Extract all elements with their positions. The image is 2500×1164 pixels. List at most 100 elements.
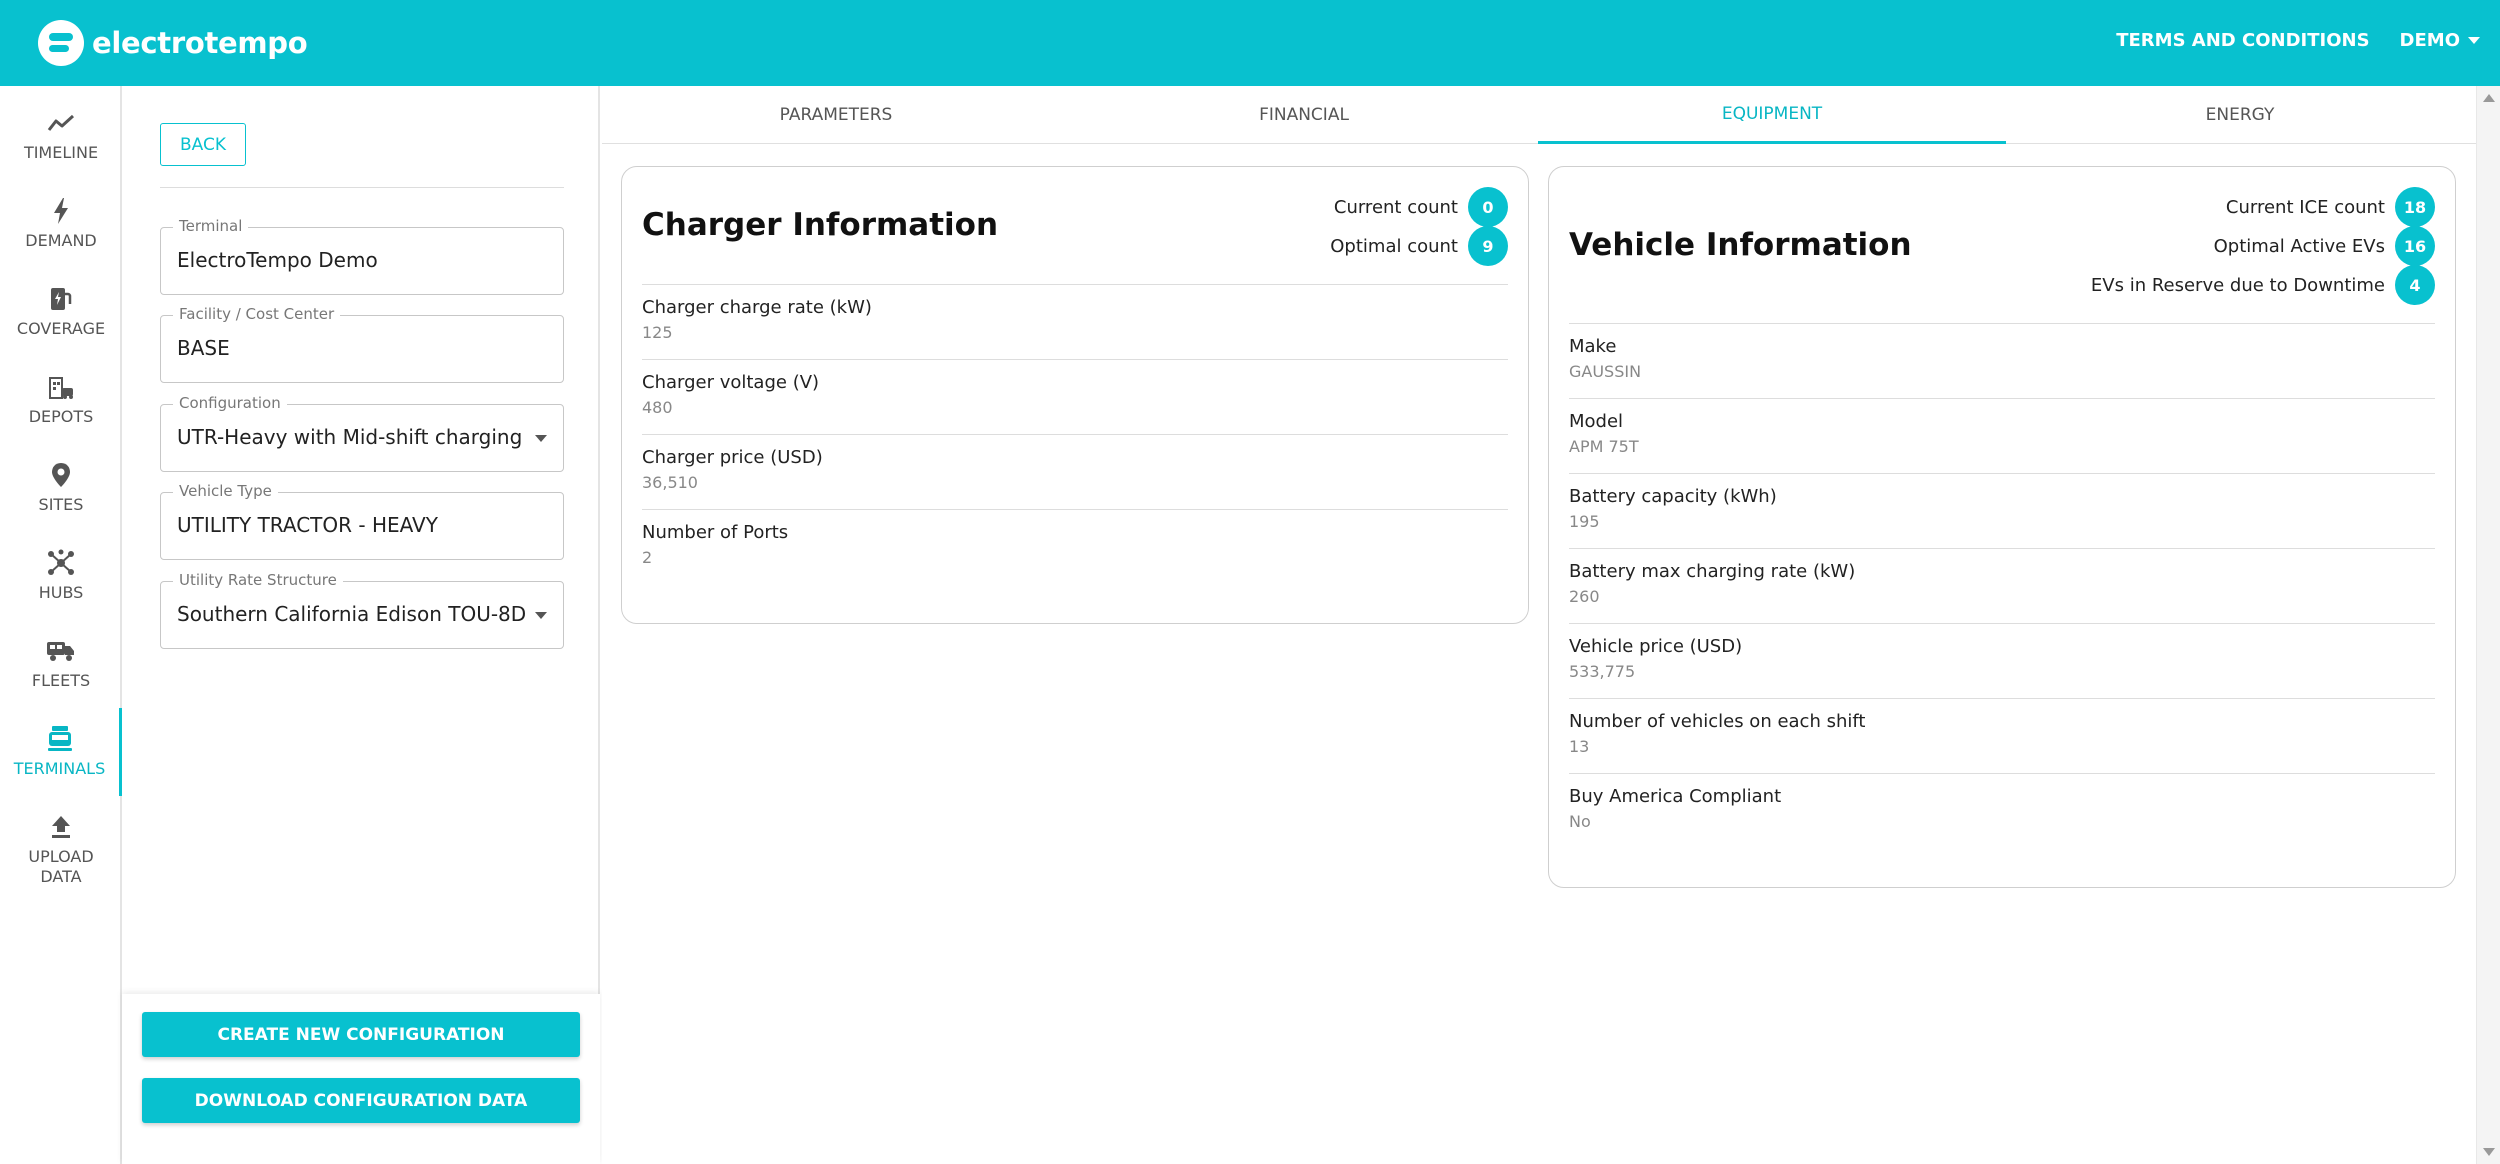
nav-item-demand[interactable]: DEMAND <box>0 180 122 268</box>
field-value: ElectroTempo Demo <box>177 248 378 272</box>
lightning-icon <box>53 197 69 225</box>
prop-label: Charger price (USD) <box>642 447 823 468</box>
nav-item-coverage[interactable]: COVERAGE <box>0 268 122 356</box>
prop-value: 13 <box>1569 737 1590 756</box>
nav-item-hubs[interactable]: HUBS <box>0 532 122 620</box>
vehicle-battery-capacity: Battery capacity (kWh) 195 <box>1569 474 2435 549</box>
ev-station-icon <box>49 285 73 313</box>
field-label: Configuration <box>173 394 287 412</box>
prop-label: Number of Ports <box>642 522 789 543</box>
charger-price: Charger price (USD) 36,510 <box>642 435 1508 510</box>
prop-label: Make <box>1569 336 1617 357</box>
field-value: BASE <box>177 336 230 360</box>
count-label: Current count <box>1333 196 1458 218</box>
electrotempo-logo-icon <box>38 20 84 66</box>
nav-item-timeline[interactable]: TIMELINE <box>0 92 122 180</box>
hub-network-icon <box>47 549 75 577</box>
prop-value: No <box>1569 812 1591 831</box>
create-new-configuration-button[interactable]: CREATE NEW CONFIGURATION <box>142 1012 580 1057</box>
navigation-rail: TIMELINE DEMAND COVERAGE DEPOTS SITES HU… <box>0 86 122 1164</box>
terms-and-conditions-link[interactable]: TERMS AND CONDITIONS <box>2116 30 2369 51</box>
charger-current-count: Current count 0 <box>1334 187 1508 227</box>
vehicle-type-field[interactable]: Vehicle Type UTILITY TRACTOR - HEAVY <box>160 482 564 560</box>
chevron-down-icon <box>535 612 547 619</box>
tab-financial[interactable]: FINANCIAL <box>1070 86 1538 144</box>
count-badge: 18 <box>2395 187 2435 227</box>
tab-bar: PARAMETERS FINANCIAL EQUIPMENT ENERGY <box>602 86 2476 144</box>
utility-rate-structure-select[interactable]: Utility Rate Structure Southern Californ… <box>160 571 564 649</box>
field-label: Vehicle Type <box>173 482 278 500</box>
tab-energy[interactable]: ENERGY <box>2006 86 2474 144</box>
back-button[interactable]: BACK <box>160 123 246 166</box>
prop-label: Vehicle price (USD) <box>1569 636 1743 657</box>
terminal-field[interactable]: Terminal ElectroTempo Demo <box>160 217 564 295</box>
prop-label: Battery max charging rate (kW) <box>1569 561 1856 582</box>
truck-icon <box>46 637 76 665</box>
charger-optimal-count: Optimal count 9 <box>1330 226 1508 266</box>
nav-label: DEPOTS <box>28 407 94 426</box>
count-label: Optimal Active EVs <box>2213 235 2385 257</box>
vehicle-optimal-active-evs: Optimal Active EVs 16 <box>2214 226 2435 266</box>
prop-value: 36,510 <box>642 473 698 492</box>
prop-value: 125 <box>642 323 673 342</box>
header-actions: TERMS AND CONDITIONS DEMO <box>2116 30 2480 51</box>
main-content: PARAMETERS FINANCIAL EQUIPMENT ENERGY Ch… <box>602 86 2476 1164</box>
prop-value: 195 <box>1569 512 1600 531</box>
user-menu-label: DEMO <box>2399 30 2460 51</box>
vehicle-model: Model APM 75T <box>1569 399 2435 474</box>
charger-number-of-ports: Number of Ports 2 <box>642 510 1508 585</box>
nav-label: FLEETS <box>31 671 91 690</box>
prop-value: 533,775 <box>1569 662 1636 681</box>
vehicle-make: Make GAUSSIN <box>1569 324 2435 399</box>
prop-label: Charger charge rate (kW) <box>642 297 872 318</box>
nav-item-terminals[interactable]: TERMINALS <box>0 708 122 796</box>
nav-item-upload-data[interactable]: UPLOAD DATA <box>0 798 122 902</box>
vehicle-current-ice-count: Current ICE count 18 <box>2226 187 2435 227</box>
download-configuration-data-button[interactable]: DOWNLOAD CONFIGURATION DATA <box>142 1078 580 1123</box>
nav-item-depots[interactable]: DEPOTS <box>0 356 122 444</box>
count-label: EVs in Reserve due to Downtime <box>2090 274 2385 296</box>
vertical-scrollbar[interactable] <box>2476 86 2500 1164</box>
field-value: UTR-Heavy with Mid-shift charging <box>177 425 523 449</box>
prop-label: Model <box>1569 411 1624 432</box>
divider <box>160 187 564 188</box>
prop-label: Number of vehicles on each shift <box>1569 711 1866 732</box>
terminal-vehicle-icon <box>46 725 74 753</box>
trend-line-icon <box>47 109 75 137</box>
count-badge: 0 <box>1468 187 1508 227</box>
nav-label: SITES <box>38 495 84 514</box>
tab-parameters[interactable]: PARAMETERS <box>602 86 1070 144</box>
brand-name: electrotempo <box>92 26 308 60</box>
configuration-actions: CREATE NEW CONFIGURATION DOWNLOAD CONFIG… <box>122 994 600 1164</box>
charger-voltage: Charger voltage (V) 480 <box>642 360 1508 435</box>
top-app-bar: electrotempo TERMS AND CONDITIONS DEMO <box>0 0 2500 86</box>
tab-equipment[interactable]: EQUIPMENT <box>1538 86 2006 144</box>
prop-value: 480 <box>642 398 673 417</box>
configuration-select[interactable]: Configuration UTR-Heavy with Mid-shift c… <box>160 394 564 472</box>
depot-building-icon <box>47 373 75 401</box>
nav-item-fleets[interactable]: FLEETS <box>0 620 122 708</box>
scroll-down-icon[interactable] <box>2483 1148 2495 1156</box>
field-value: Southern California Edison TOU-8D <box>177 602 527 626</box>
upload-icon <box>50 813 72 841</box>
count-label: Current ICE count <box>2225 196 2385 218</box>
nav-label: COVERAGE <box>16 319 106 338</box>
nav-item-sites[interactable]: SITES <box>0 444 122 532</box>
scroll-up-icon[interactable] <box>2483 94 2495 102</box>
count-badge: 16 <box>2395 226 2435 266</box>
vehicle-count-per-shift: Number of vehicles on each shift 13 <box>1569 699 2435 774</box>
user-menu[interactable]: DEMO <box>2400 30 2480 51</box>
prop-value: GAUSSIN <box>1569 362 1642 381</box>
nav-label: TIMELINE <box>23 143 99 162</box>
facility-cost-center-field[interactable]: Facility / Cost Center BASE <box>160 305 564 383</box>
brand-logo[interactable]: electrotempo <box>38 18 308 68</box>
field-value: UTILITY TRACTOR - HEAVY <box>177 513 438 537</box>
prop-value: 2 <box>642 548 653 567</box>
prop-label: Buy America Compliant <box>1569 786 1782 807</box>
nav-label: HUBS <box>38 583 84 602</box>
vehicle-card-title: Vehicle Information <box>1569 227 1912 263</box>
count-badge: 9 <box>1468 226 1508 266</box>
vehicle-information-card: Vehicle Information Current ICE count 18… <box>1548 166 2456 888</box>
chevron-down-icon <box>535 435 547 442</box>
count-badge: 4 <box>2395 265 2435 305</box>
